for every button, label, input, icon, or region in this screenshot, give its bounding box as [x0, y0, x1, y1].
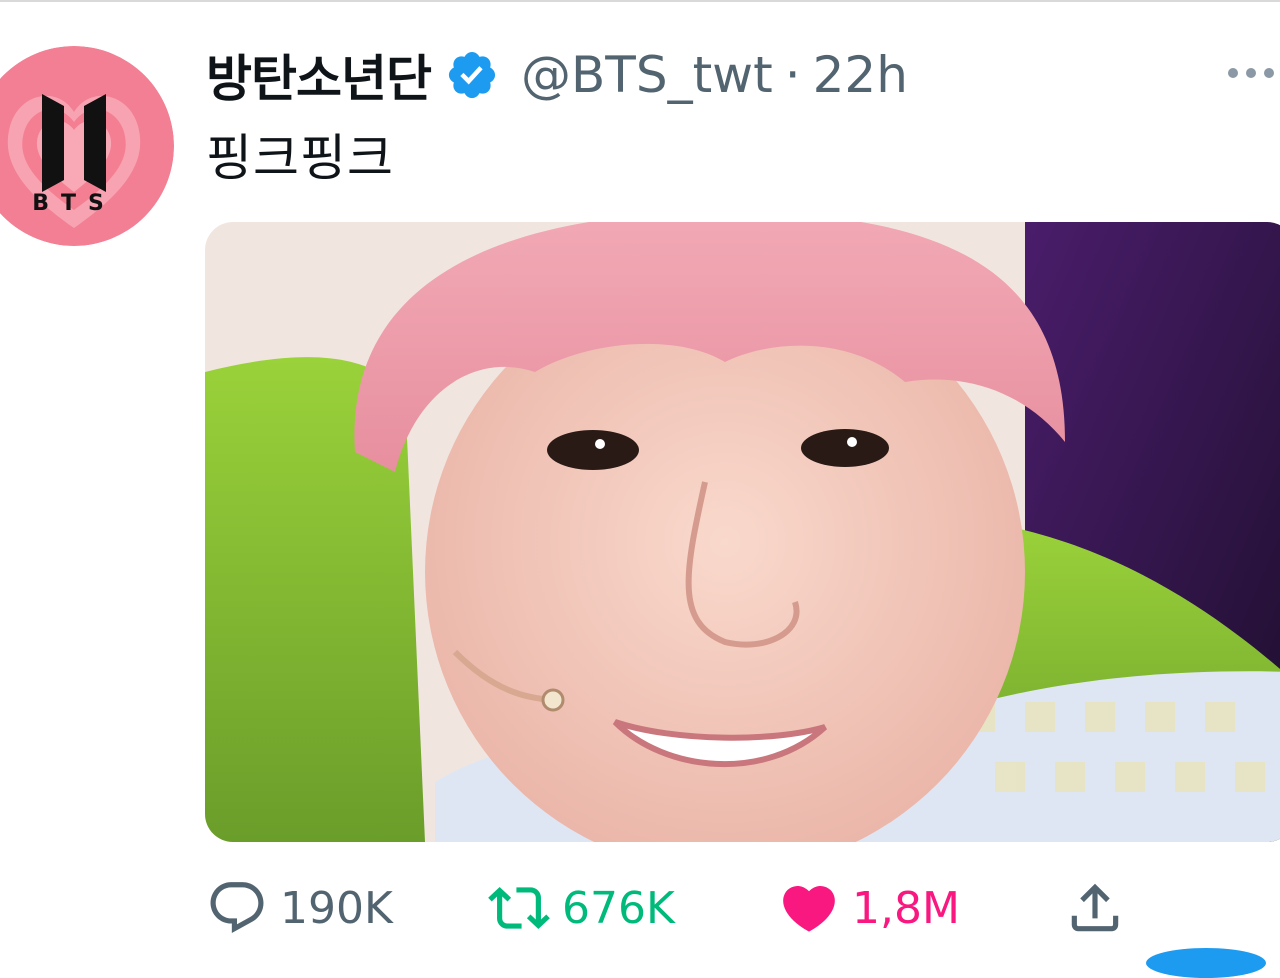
verified-badge-icon: [445, 48, 499, 102]
separator-dot: ·: [784, 46, 801, 104]
tweet-photo[interactable]: [205, 222, 1280, 842]
user-handle[interactable]: @BTS_twt: [521, 46, 773, 104]
more-dots-icon[interactable]: [1228, 56, 1278, 90]
tweet-actions: 190K 676K 1,8M: [0, 872, 1280, 944]
heart-icon: [778, 877, 840, 939]
bts-logo-avatar: BTS: [0, 46, 174, 246]
dot: [1246, 68, 1256, 78]
top-divider: [0, 0, 1280, 2]
dot: [1228, 68, 1238, 78]
selfie-photo: [205, 222, 1280, 842]
display-name[interactable]: 방탄소년단: [206, 39, 432, 111]
share-button[interactable]: [1064, 872, 1126, 944]
tweet-text: 핑크핑크: [206, 129, 394, 187]
share-upload-icon: [1064, 877, 1126, 939]
like-count: 1,8M: [852, 882, 960, 934]
avatar[interactable]: BTS: [0, 46, 174, 246]
compose-button-edge[interactable]: [1146, 948, 1266, 978]
like-button[interactable]: 1,8M: [778, 872, 960, 944]
timestamp[interactable]: 22h: [813, 46, 908, 104]
reply-bubble-icon: [206, 877, 268, 939]
reply-count: 190K: [280, 882, 393, 934]
dot: [1264, 68, 1274, 78]
tweet-header: 방탄소년단 @BTS_twt · 22h: [206, 38, 908, 112]
retweet-count: 676K: [562, 882, 675, 934]
reply-button[interactable]: 190K: [206, 872, 393, 944]
retweet-arrows-icon: [488, 877, 550, 939]
avatar-bts-text: BTS: [32, 191, 116, 216]
retweet-button[interactable]: 676K: [488, 872, 675, 944]
